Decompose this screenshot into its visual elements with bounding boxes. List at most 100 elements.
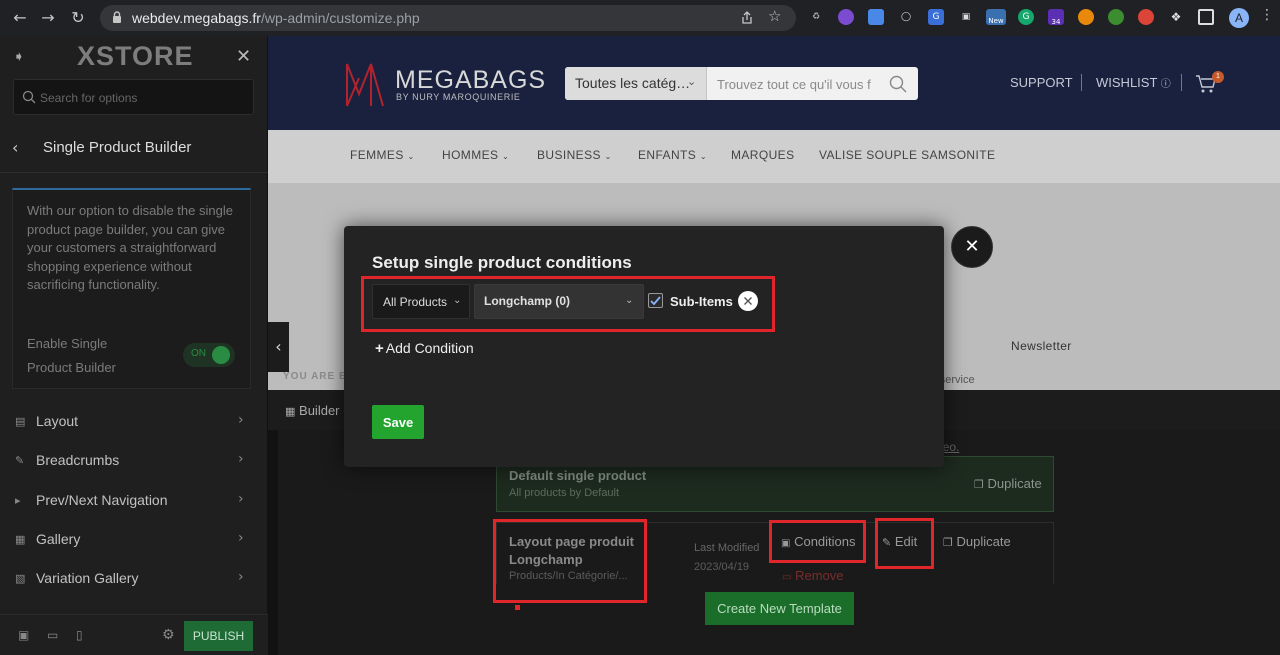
sidebar-item-prev-next[interactable]: ▸ Prev/Next Navigation › [0, 482, 268, 518]
desktop-preview-icon[interactable]: ▣ [18, 628, 32, 642]
support-link[interactable]: SUPPORT [1010, 75, 1073, 90]
address-bar[interactable]: webdev.megabags.fr/wp-admin/customize.ph… [100, 5, 796, 31]
sub-items-checkbox[interactable] [648, 293, 663, 308]
builder-info-text: With our option to disable the single pr… [27, 203, 233, 292]
category-dropdown[interactable]: Toutes les catég… ⌄ [565, 67, 707, 100]
newsletter-tab[interactable]: Newsletter [1011, 339, 1072, 353]
chevron-down-icon: ⌄ [604, 152, 612, 161]
xstore-logo: XSTORE [77, 41, 194, 71]
remove-button[interactable]: ▭ Remove [782, 568, 844, 583]
share-icon[interactable] [740, 11, 754, 25]
category-dropdown-value: Toutes les catég… [575, 75, 691, 91]
enable-builder-toggle[interactable]: ON [183, 343, 235, 367]
extension-orange-icon[interactable] [1078, 9, 1094, 25]
extension-grammarly-icon[interactable]: G [1018, 9, 1034, 25]
search-icon[interactable] [889, 75, 907, 93]
close-circle-icon [744, 297, 752, 305]
chevron-down-icon: ⌄ [625, 295, 634, 306]
nav-item-valise[interactable]: VALISE SOUPLE SAMSONITE [819, 148, 995, 162]
customizer-sidebar: ➧ XSTORE ✕ ‹ Single Product Builder With… [0, 36, 268, 655]
header-divider [1081, 74, 1082, 91]
gear-icon[interactable]: ⚙ [162, 627, 175, 643]
layout-icon: ▤ [15, 415, 26, 428]
close-icon[interactable]: ✕ [236, 46, 251, 67]
back-icon[interactable]: ← [10, 8, 30, 28]
products-select[interactable]: All Products ⌄ [372, 284, 470, 319]
extension-doc-icon[interactable] [868, 9, 884, 25]
pin-icon[interactable]: ➧ [13, 48, 29, 64]
info-icon: ⓘ [1160, 79, 1171, 90]
nav-item-hommes[interactable]: HOMMES ⌄ [442, 148, 509, 162]
sidebar-item-variation-gallery[interactable]: ▧ Variation Gallery › [0, 560, 268, 596]
nav-item-femmes[interactable]: FEMMES ⌄ [350, 148, 415, 162]
extension-translate-icon[interactable]: G [928, 9, 944, 25]
extension-new-badge[interactable]: New [986, 9, 1006, 25]
section-header: ‹ Single Product Builder [0, 123, 268, 173]
breadcrumbs-icon: ✎ [15, 454, 25, 467]
sidebar-item-breadcrumbs[interactable]: ✎ Breadcrumbs › [0, 442, 268, 478]
chevron-right-icon: › [238, 451, 244, 467]
edit-button[interactable]: ✎ Edit [882, 534, 917, 549]
chevron-right-icon: › [238, 569, 244, 585]
nav-item-enfants[interactable]: ENFANTS ⌄ [638, 148, 707, 162]
sidebar-item-label: Breadcrumbs [36, 452, 120, 468]
nav-item-marques[interactable]: MARQUES [731, 148, 794, 162]
mobile-preview-icon[interactable]: ▯ [76, 628, 90, 642]
remove-condition-button[interactable] [738, 291, 758, 311]
sidebar-item-label: Prev/Next Navigation [36, 492, 168, 508]
edit-label: Edit [894, 534, 918, 549]
extension-chrome-icon[interactable] [1138, 9, 1154, 25]
profile-avatar[interactable]: A [1229, 8, 1249, 28]
reload-icon[interactable]: ↻ [68, 8, 88, 28]
collapse-sidebar-icon[interactable]: ‹ [268, 322, 289, 372]
site-search-input[interactable] [717, 75, 877, 93]
create-new-template-button[interactable]: Create New Template [705, 592, 854, 625]
duplicate-button[interactable]: ❐ Duplicate [974, 476, 1042, 491]
chevron-right-icon: › [238, 530, 244, 546]
builder-tab[interactable]: ▦ Builder [285, 403, 340, 418]
extension-globe-icon[interactable]: ◯ [898, 9, 914, 25]
forward-icon[interactable]: → [38, 8, 58, 28]
extension-camera-icon[interactable]: ▣ [958, 9, 974, 25]
extension-green-icon[interactable] [1108, 9, 1124, 25]
side-panel-icon[interactable] [1198, 9, 1214, 25]
pencil-icon: ✎ [882, 536, 892, 549]
options-search-input[interactable] [40, 88, 245, 108]
sidebar-item-gallery[interactable]: ▦ Gallery › [0, 521, 268, 557]
template-subtitle: All products by Default [509, 487, 620, 499]
nav-item-business[interactable]: BUSINESS ⌄ [537, 148, 612, 162]
toggle-state-label: ON [191, 348, 206, 359]
conditions-modal: Setup single product conditions All Prod… [344, 226, 944, 467]
bookmark-star-icon[interactable]: ☆ [768, 7, 781, 25]
site-search-bar: Toutes les catég… ⌄ [565, 67, 918, 100]
sub-items-label: Sub-Items [670, 294, 733, 309]
browser-menu-icon[interactable]: ⋮ [1260, 7, 1274, 23]
extension-feather-icon[interactable] [838, 9, 854, 25]
add-condition-button[interactable]: + Add Condition [375, 340, 474, 357]
wishlist-link[interactable]: WISHLIST ⓘ [1096, 75, 1171, 90]
save-button[interactable]: Save [372, 405, 424, 439]
extensions-puzzle-icon[interactable]: ❖ [1168, 9, 1184, 25]
you-are-editing-label: YOU ARE EI [283, 371, 351, 382]
extension-recycle-icon[interactable]: ♻ [808, 9, 824, 25]
conditions-button[interactable]: ▣ Conditions [781, 534, 856, 549]
template-layout-longchamp: Layout page produit Longchamp Products/I… [496, 522, 1054, 584]
chevron-down-icon: ⌄ [687, 75, 697, 88]
options-search[interactable] [13, 79, 254, 115]
conditions-label: Conditions [794, 534, 856, 549]
template-title: Layout page produit Longchamp [509, 534, 634, 567]
category-select[interactable]: Longchamp (0) ⌄ [474, 284, 644, 319]
site-navigation: FEMMES ⌄ HOMMES ⌄ BUSINESS ⌄ ENFANTS ⌄ M… [268, 130, 1280, 183]
sidebar-item-layout[interactable]: ▤ Layout › [0, 403, 268, 439]
publish-button[interactable]: PUBLISH [184, 621, 253, 651]
copy-icon: ❐ [943, 536, 953, 549]
modal-close-icon[interactable]: ✕ [951, 226, 993, 268]
wishlist-label: WISHLIST [1096, 75, 1158, 90]
extension-count-badge[interactable]: 34 [1048, 9, 1064, 26]
back-chevron-icon[interactable]: ‹ [12, 138, 18, 157]
last-modified-date: 2023/04/19 [694, 561, 750, 573]
products-select-value: All Products [383, 295, 448, 309]
sidebar-footer: ▣ ▭ ▯ ⚙ PUBLISH [0, 614, 268, 655]
tablet-preview-icon[interactable]: ▭ [47, 628, 61, 642]
duplicate-button[interactable]: ❐ Duplicate [943, 534, 1011, 549]
